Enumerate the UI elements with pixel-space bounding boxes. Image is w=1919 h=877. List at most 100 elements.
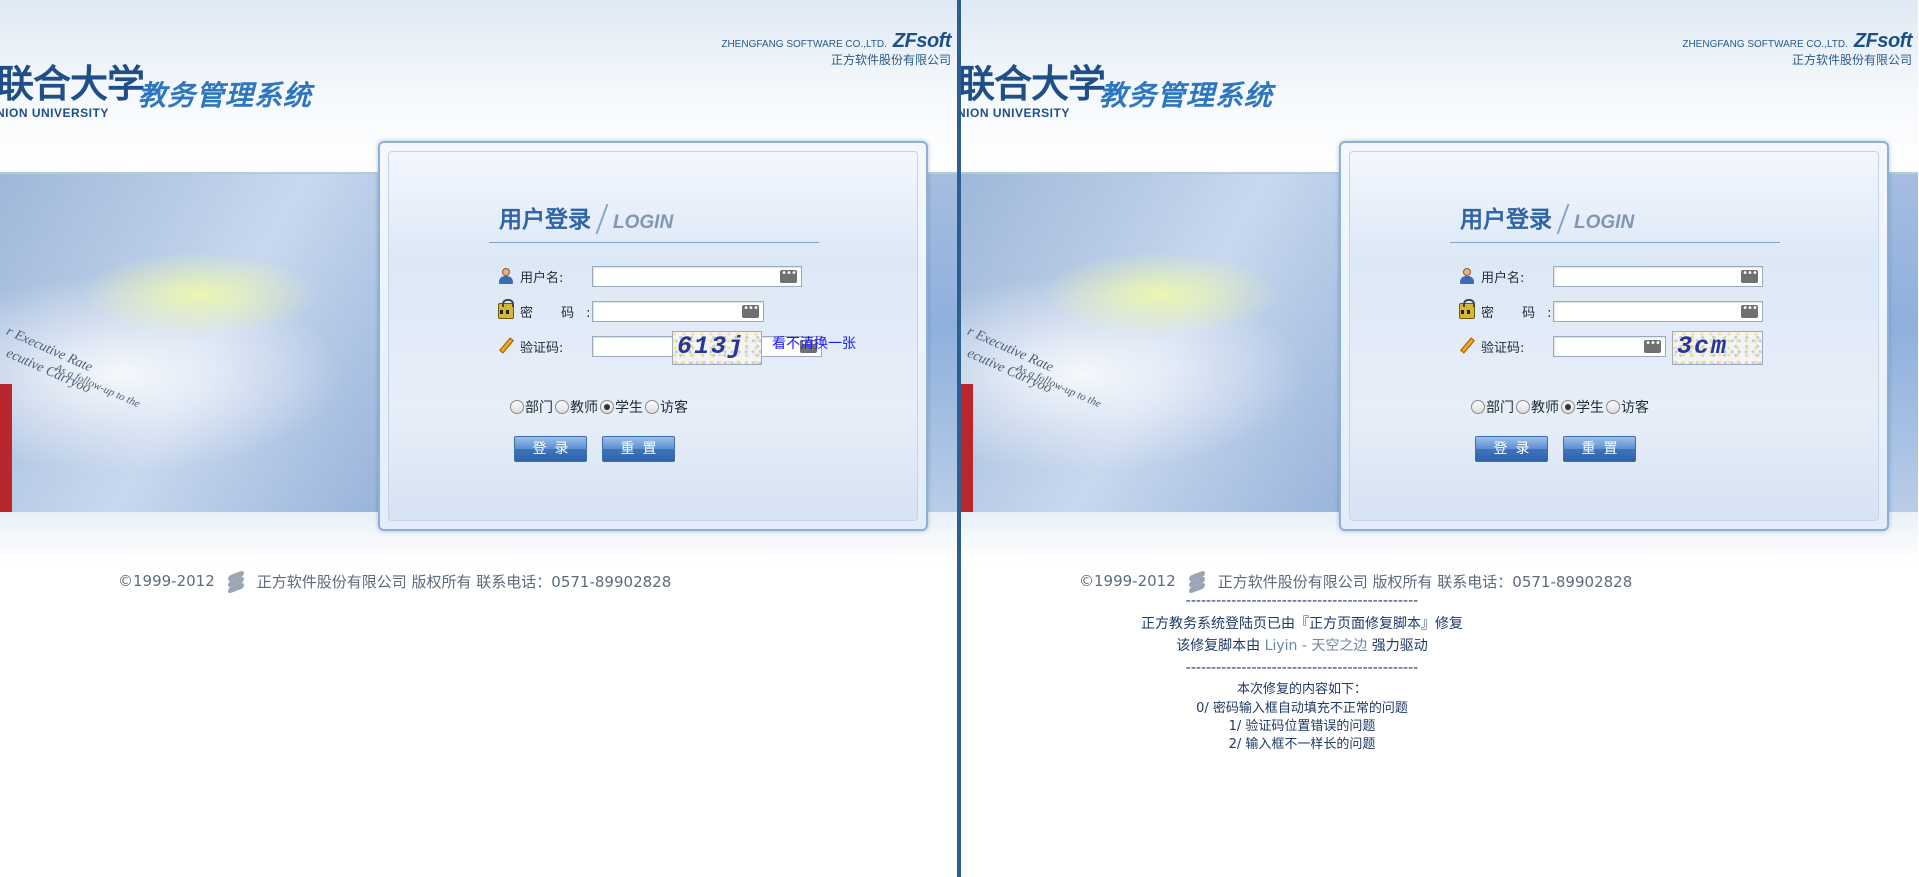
login-title: 用户登录 LOGIN <box>1460 200 1634 234</box>
patch-separator: ----------------------------------------… <box>1185 660 1419 676</box>
password-label: 密 码: <box>520 305 603 321</box>
login-panel: 用户登录 LOGIN 用户名: ••• 密 码: ••• 验证码: ••• 3c… <box>1339 141 1889 531</box>
footer-copyright: ©1999-2012 <box>118 572 215 590</box>
role-selector: 部门 教师 学生 访客 <box>1471 397 1651 417</box>
pencil-icon <box>1459 337 1475 354</box>
login-title-cn: 用户登录 <box>499 207 591 233</box>
banner-photo: r Executive Rate ecutive Carryoo As a fo… <box>0 174 420 512</box>
system-title: 教务管理系统 <box>138 79 313 112</box>
radio-department[interactable] <box>1471 400 1485 414</box>
autofill-key-icon[interactable]: ••• <box>780 269 797 283</box>
user-icon <box>498 268 514 284</box>
title-slash <box>595 204 609 234</box>
username-label: 用户名: <box>520 270 564 286</box>
title-slash <box>1556 204 1570 234</box>
banner-photo: r Executive Rate ecutive Carryoo As a fo… <box>961 174 1381 512</box>
company-logo-icon <box>225 570 247 594</box>
patch-fix-item: 0/ 密码输入框自动填充不正常的问题 <box>1196 701 1408 716</box>
footer-company: 正方软件股份有限公司 版权所有 联系电话：0571-89902828 <box>256 572 672 591</box>
role-label: 访客 <box>660 400 688 416</box>
patch-note-author: 该修复脚本由 Liyin - 天空之边 强力驱动 <box>961 635 1643 655</box>
company-logo-icon <box>1186 570 1208 594</box>
vendor-brand: ZFsoft <box>892 30 952 52</box>
title-underline <box>489 242 819 243</box>
vendor-logo: ZHENGFANG SOFTWARE CO.,LTD. ZFsoft 正方软件股… <box>721 30 951 68</box>
role-label: 部门 <box>1486 400 1514 416</box>
captcha-label: 验证码: <box>520 340 564 356</box>
university-name-en: NION UNIVERSITY <box>0 106 109 120</box>
role-label: 学生 <box>1576 400 1604 416</box>
university-name-cn: 联合大学 <box>961 61 1106 106</box>
system-title: 教务管理系统 <box>1099 79 1274 112</box>
captcha-label: 验证码: <box>1481 340 1525 356</box>
password-input[interactable] <box>1553 301 1763 322</box>
patch-note-author-suffix: 强力驱动 <box>1371 638 1428 654</box>
password-row: 密 码: <box>1459 299 1564 322</box>
patch-fix-item: 1/ 验证码位置错误的问题 <box>1228 719 1376 734</box>
title-underline <box>1450 242 1780 243</box>
vendor-brand: ZFsoft <box>1853 30 1913 52</box>
username-row: 用户名: <box>1459 265 1524 287</box>
autofill-key-icon[interactable]: ••• <box>1741 304 1758 318</box>
radio-visitor[interactable] <box>645 400 659 414</box>
radio-student[interactable] <box>600 400 614 414</box>
login-panel: 用户登录 LOGIN 用户名: ••• 密 码: ••• 验证码: ••• 61… <box>378 141 928 531</box>
radio-visitor[interactable] <box>1606 400 1620 414</box>
patch-author-name: Liyin - 天空之边 <box>1264 638 1368 654</box>
login-button[interactable]: 登录 <box>1475 436 1548 462</box>
radio-teacher[interactable] <box>555 400 569 414</box>
left-pane: 联合大学 NION UNIVERSITY 教务管理系统 ZHENGFANG SO… <box>0 0 957 877</box>
vendor-logo: ZHENGFANG SOFTWARE CO.,LTD. ZFsoft 正方软件股… <box>1682 30 1912 68</box>
username-input[interactable] <box>592 266 802 287</box>
login-title-cn: 用户登录 <box>1460 207 1552 233</box>
password-row: 密 码: <box>498 299 603 322</box>
role-label: 访客 <box>1621 400 1649 416</box>
username-input[interactable] <box>1553 266 1763 287</box>
role-label: 教师 <box>1531 400 1559 416</box>
vendor-name-en: ZHENGFANG SOFTWARE CO.,LTD. <box>721 39 887 50</box>
university-logo: 联合大学 NION UNIVERSITY <box>0 61 145 122</box>
vendor-name-cn: 正方软件股份有限公司 <box>830 53 951 67</box>
user-icon <box>1459 268 1475 284</box>
captcha-image[interactable]: 613j <box>672 331 762 365</box>
role-selector: 部门 教师 学生 访客 <box>510 397 690 417</box>
footer: ©1999-2012 正方软件股份有限公司 版权所有 联系电话：0571-899… <box>1079 570 1633 594</box>
patch-note-fixed: 正方教务系统登陆页已由『正方页面修复脚本』修复 <box>1141 616 1463 632</box>
right-pane: 联合大学 NION UNIVERSITY 教务管理系统 ZHENGFANG SO… <box>961 0 1918 877</box>
autofill-key-icon[interactable]: ••• <box>742 304 759 318</box>
autofill-key-icon[interactable]: ••• <box>1644 339 1661 353</box>
banner-red-stripe <box>0 384 12 512</box>
vendor-name-en: ZHENGFANG SOFTWARE CO.,LTD. <box>1682 39 1848 50</box>
patch-fix-intro: 本次修复的内容如下： <box>1236 682 1367 697</box>
university-name-en: NION UNIVERSITY <box>961 106 1070 120</box>
login-title-en: LOGIN <box>1574 212 1635 233</box>
role-label: 教师 <box>570 400 598 416</box>
footer-company: 正方软件股份有限公司 版权所有 联系电话：0571-89902828 <box>1217 572 1633 591</box>
lock-icon <box>498 299 514 319</box>
captcha-row: 验证码: <box>498 335 563 357</box>
patch-fix-item: 2/ 输入框不一样长的问题 <box>1228 737 1376 752</box>
banner-red-stripe <box>961 384 973 512</box>
university-name-cn: 联合大学 <box>0 61 145 106</box>
lock-icon <box>1459 299 1475 319</box>
pencil-icon <box>498 337 514 354</box>
footer: ©1999-2012 正方软件股份有限公司 版权所有 联系电话：0571-899… <box>118 570 672 594</box>
password-input[interactable] <box>592 301 764 322</box>
reset-button[interactable]: 重置 <box>1563 436 1636 462</box>
role-label: 学生 <box>615 400 643 416</box>
radio-student[interactable] <box>1561 400 1575 414</box>
vendor-name-cn: 正方软件股份有限公司 <box>1791 53 1912 67</box>
radio-department[interactable] <box>510 400 524 414</box>
login-title-en: LOGIN <box>613 212 674 233</box>
patch-note-author-prefix: 该修复脚本由 <box>1176 638 1261 654</box>
autofill-key-icon[interactable]: ••• <box>1741 269 1758 283</box>
login-button[interactable]: 登录 <box>514 436 587 462</box>
refresh-captcha-link[interactable]: 看不清换一张 <box>772 333 856 353</box>
captcha-image[interactable]: 3cm <box>1672 331 1763 365</box>
reset-button[interactable]: 重置 <box>602 436 675 462</box>
radio-teacher[interactable] <box>1516 400 1530 414</box>
login-title: 用户登录 LOGIN <box>499 200 673 234</box>
footer-copyright: ©1999-2012 <box>1079 572 1176 590</box>
username-label: 用户名: <box>1481 270 1525 286</box>
captcha-row: 验证码: <box>1459 335 1524 357</box>
